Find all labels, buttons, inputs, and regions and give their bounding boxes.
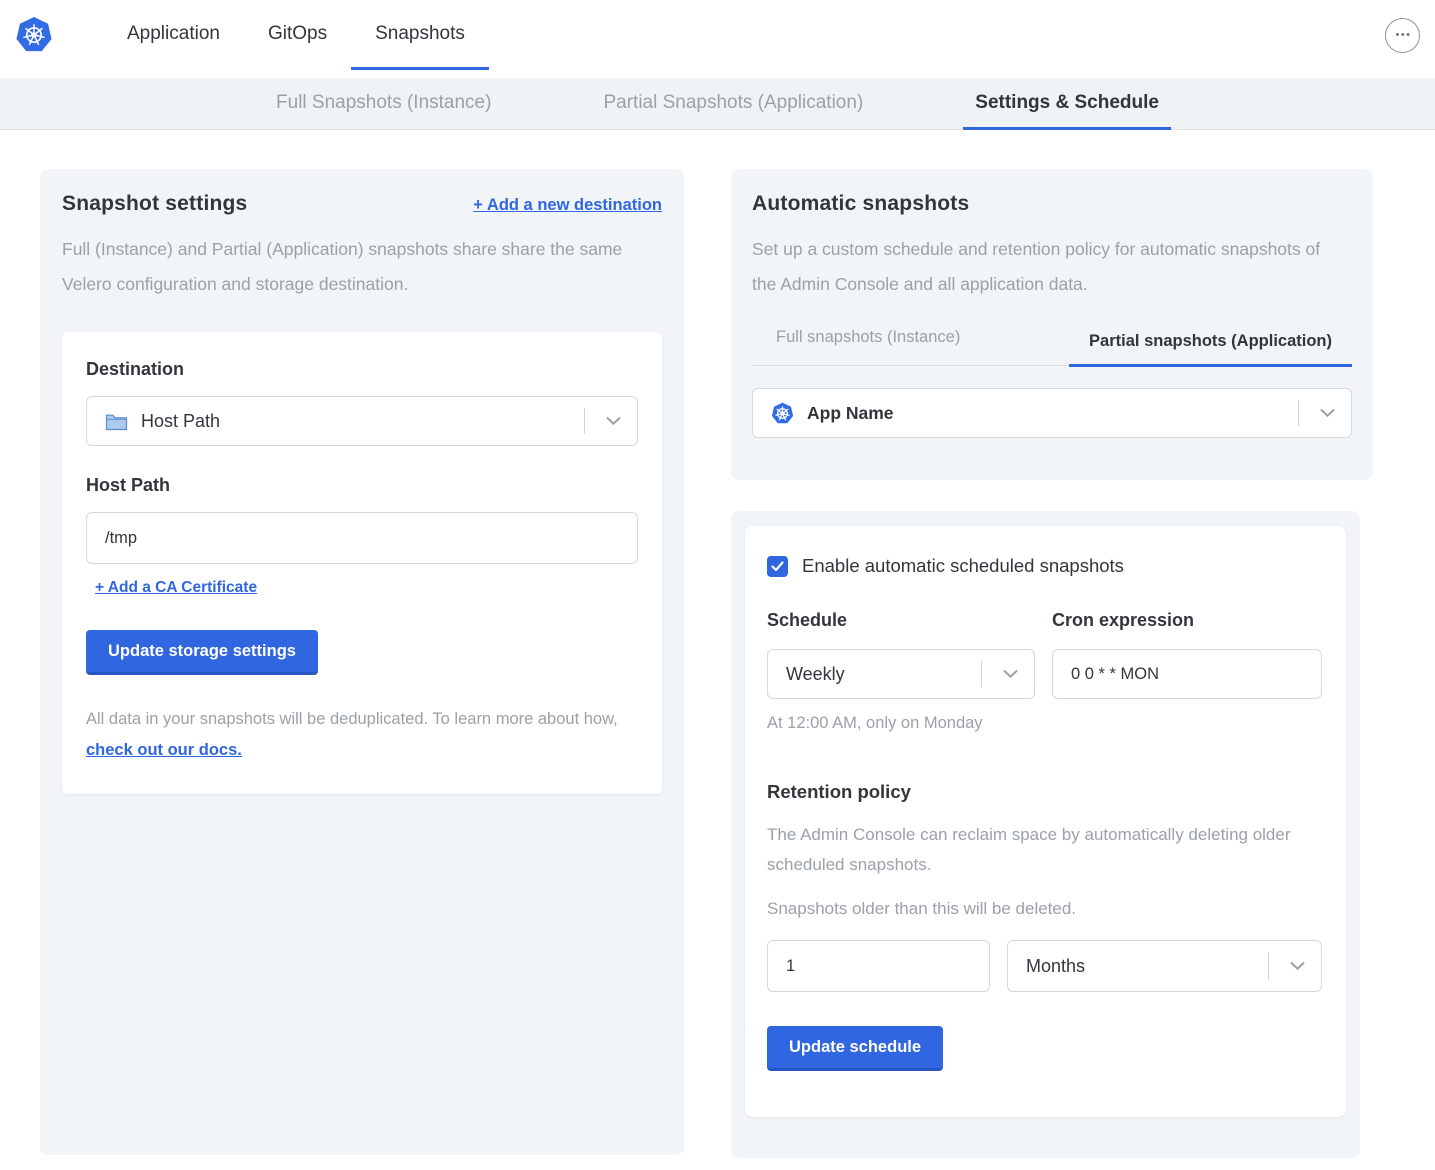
chevron-down-icon	[1320, 409, 1335, 418]
tab-partial-snapshots-application[interactable]: Partial snapshots (Application)	[1069, 332, 1352, 367]
more-menu-button[interactable]: •••	[1385, 18, 1420, 53]
header-spacer	[489, 0, 1385, 70]
subnav-tab-partial-snapshots[interactable]: Partial Snapshots (Application)	[591, 78, 875, 130]
add-ca-certificate-link[interactable]: + Add a CA Certificate	[95, 579, 257, 597]
main-content: Snapshot settings + Add a new destinatio…	[0, 130, 1435, 1158]
subnav-tab-settings-schedule[interactable]: Settings & Schedule	[963, 78, 1171, 130]
nav-tab-application[interactable]: Application	[103, 0, 244, 70]
select-divider	[1268, 952, 1269, 980]
schedule-interval-select[interactable]: Weekly	[767, 649, 1035, 699]
update-schedule-button[interactable]: Update schedule	[767, 1026, 943, 1071]
destination-select[interactable]: Host Path	[86, 396, 638, 446]
retention-value-input[interactable]	[767, 940, 990, 992]
enable-snapshots-checkbox[interactable]	[767, 556, 788, 577]
select-divider	[981, 661, 982, 687]
subnav-tab-full-snapshots[interactable]: Full Snapshots (Instance)	[264, 78, 503, 130]
host-path-label: Host Path	[86, 475, 638, 496]
checkmark-icon	[771, 561, 784, 572]
folder-icon	[105, 412, 128, 431]
retention-unit-value: Months	[1026, 956, 1085, 977]
select-divider	[1298, 400, 1299, 426]
cron-readable-text: At 12:00 AM, only on Monday	[767, 714, 1324, 733]
app-select[interactable]: App Name	[752, 388, 1352, 438]
snapshot-settings-description: Full (Instance) and Partial (Application…	[62, 232, 654, 302]
schedule-panel: Enable automatic scheduled snapshots Sch…	[745, 526, 1346, 1117]
chevron-down-icon	[1290, 962, 1305, 971]
enable-snapshots-row[interactable]: Enable automatic scheduled snapshots	[767, 555, 1324, 577]
destination-select-value: Host Path	[141, 411, 220, 432]
snapshot-settings-card: Snapshot settings + Add a new destinatio…	[40, 169, 684, 1155]
retention-policy-title: Retention policy	[767, 781, 1324, 803]
docs-link[interactable]: check out our docs.	[86, 741, 242, 759]
retention-unit-select[interactable]: Months	[1007, 940, 1322, 992]
right-column: Automatic snapshots Set up a custom sche…	[731, 169, 1373, 1158]
host-path-input[interactable]	[86, 512, 638, 564]
app-kubernetes-icon	[771, 402, 794, 425]
cron-expression-input[interactable]	[1052, 649, 1322, 699]
nav-tab-snapshots[interactable]: Snapshots	[351, 0, 489, 70]
dedupe-text: All data in your snapshots will be dedup…	[86, 710, 618, 728]
automatic-snapshots-tabs: Full snapshots (Instance) Partial snapsh…	[752, 328, 1352, 366]
snapshots-subnav: Full Snapshots (Instance) Partial Snapsh…	[0, 78, 1435, 130]
enable-snapshots-label[interactable]: Enable automatic scheduled snapshots	[802, 555, 1124, 577]
update-storage-settings-button[interactable]: Update storage settings	[86, 630, 318, 675]
select-divider	[584, 408, 585, 434]
tab-full-snapshots-instance[interactable]: Full snapshots (Instance)	[752, 328, 960, 365]
kubernetes-logo[interactable]	[15, 0, 53, 70]
schedule-card: Enable automatic scheduled snapshots Sch…	[731, 511, 1360, 1158]
chevron-down-icon	[1003, 670, 1018, 679]
dedupe-note: All data in your snapshots will be dedup…	[86, 704, 638, 766]
schedule-label: Schedule	[767, 610, 1052, 631]
storage-settings-panel: Destination Host Path Host Path	[62, 332, 662, 794]
chevron-down-icon	[606, 417, 621, 426]
app-select-value: App Name	[807, 403, 894, 424]
automatic-snapshots-description: Set up a custom schedule and retention p…	[752, 232, 1344, 302]
automatic-snapshots-title: Automatic snapshots	[752, 192, 1352, 216]
destination-label: Destination	[86, 359, 638, 380]
top-nav: Application GitOps Snapshots •••	[0, 0, 1435, 70]
retention-policy-description: The Admin Console can reclaim space by a…	[767, 820, 1301, 880]
ellipsis-icon: •••	[1395, 29, 1411, 41]
cron-expression-label: Cron expression	[1052, 610, 1324, 631]
add-new-destination-link[interactable]: + Add a new destination	[473, 196, 662, 215]
retention-hint: Snapshots older than this will be delete…	[767, 899, 1324, 919]
primary-nav-tabs: Application GitOps Snapshots	[103, 0, 489, 70]
automatic-snapshots-card: Automatic snapshots Set up a custom sche…	[731, 169, 1373, 480]
snapshot-settings-title: Snapshot settings	[62, 192, 247, 216]
schedule-interval-value: Weekly	[786, 664, 845, 685]
nav-tab-gitops[interactable]: GitOps	[244, 0, 351, 70]
